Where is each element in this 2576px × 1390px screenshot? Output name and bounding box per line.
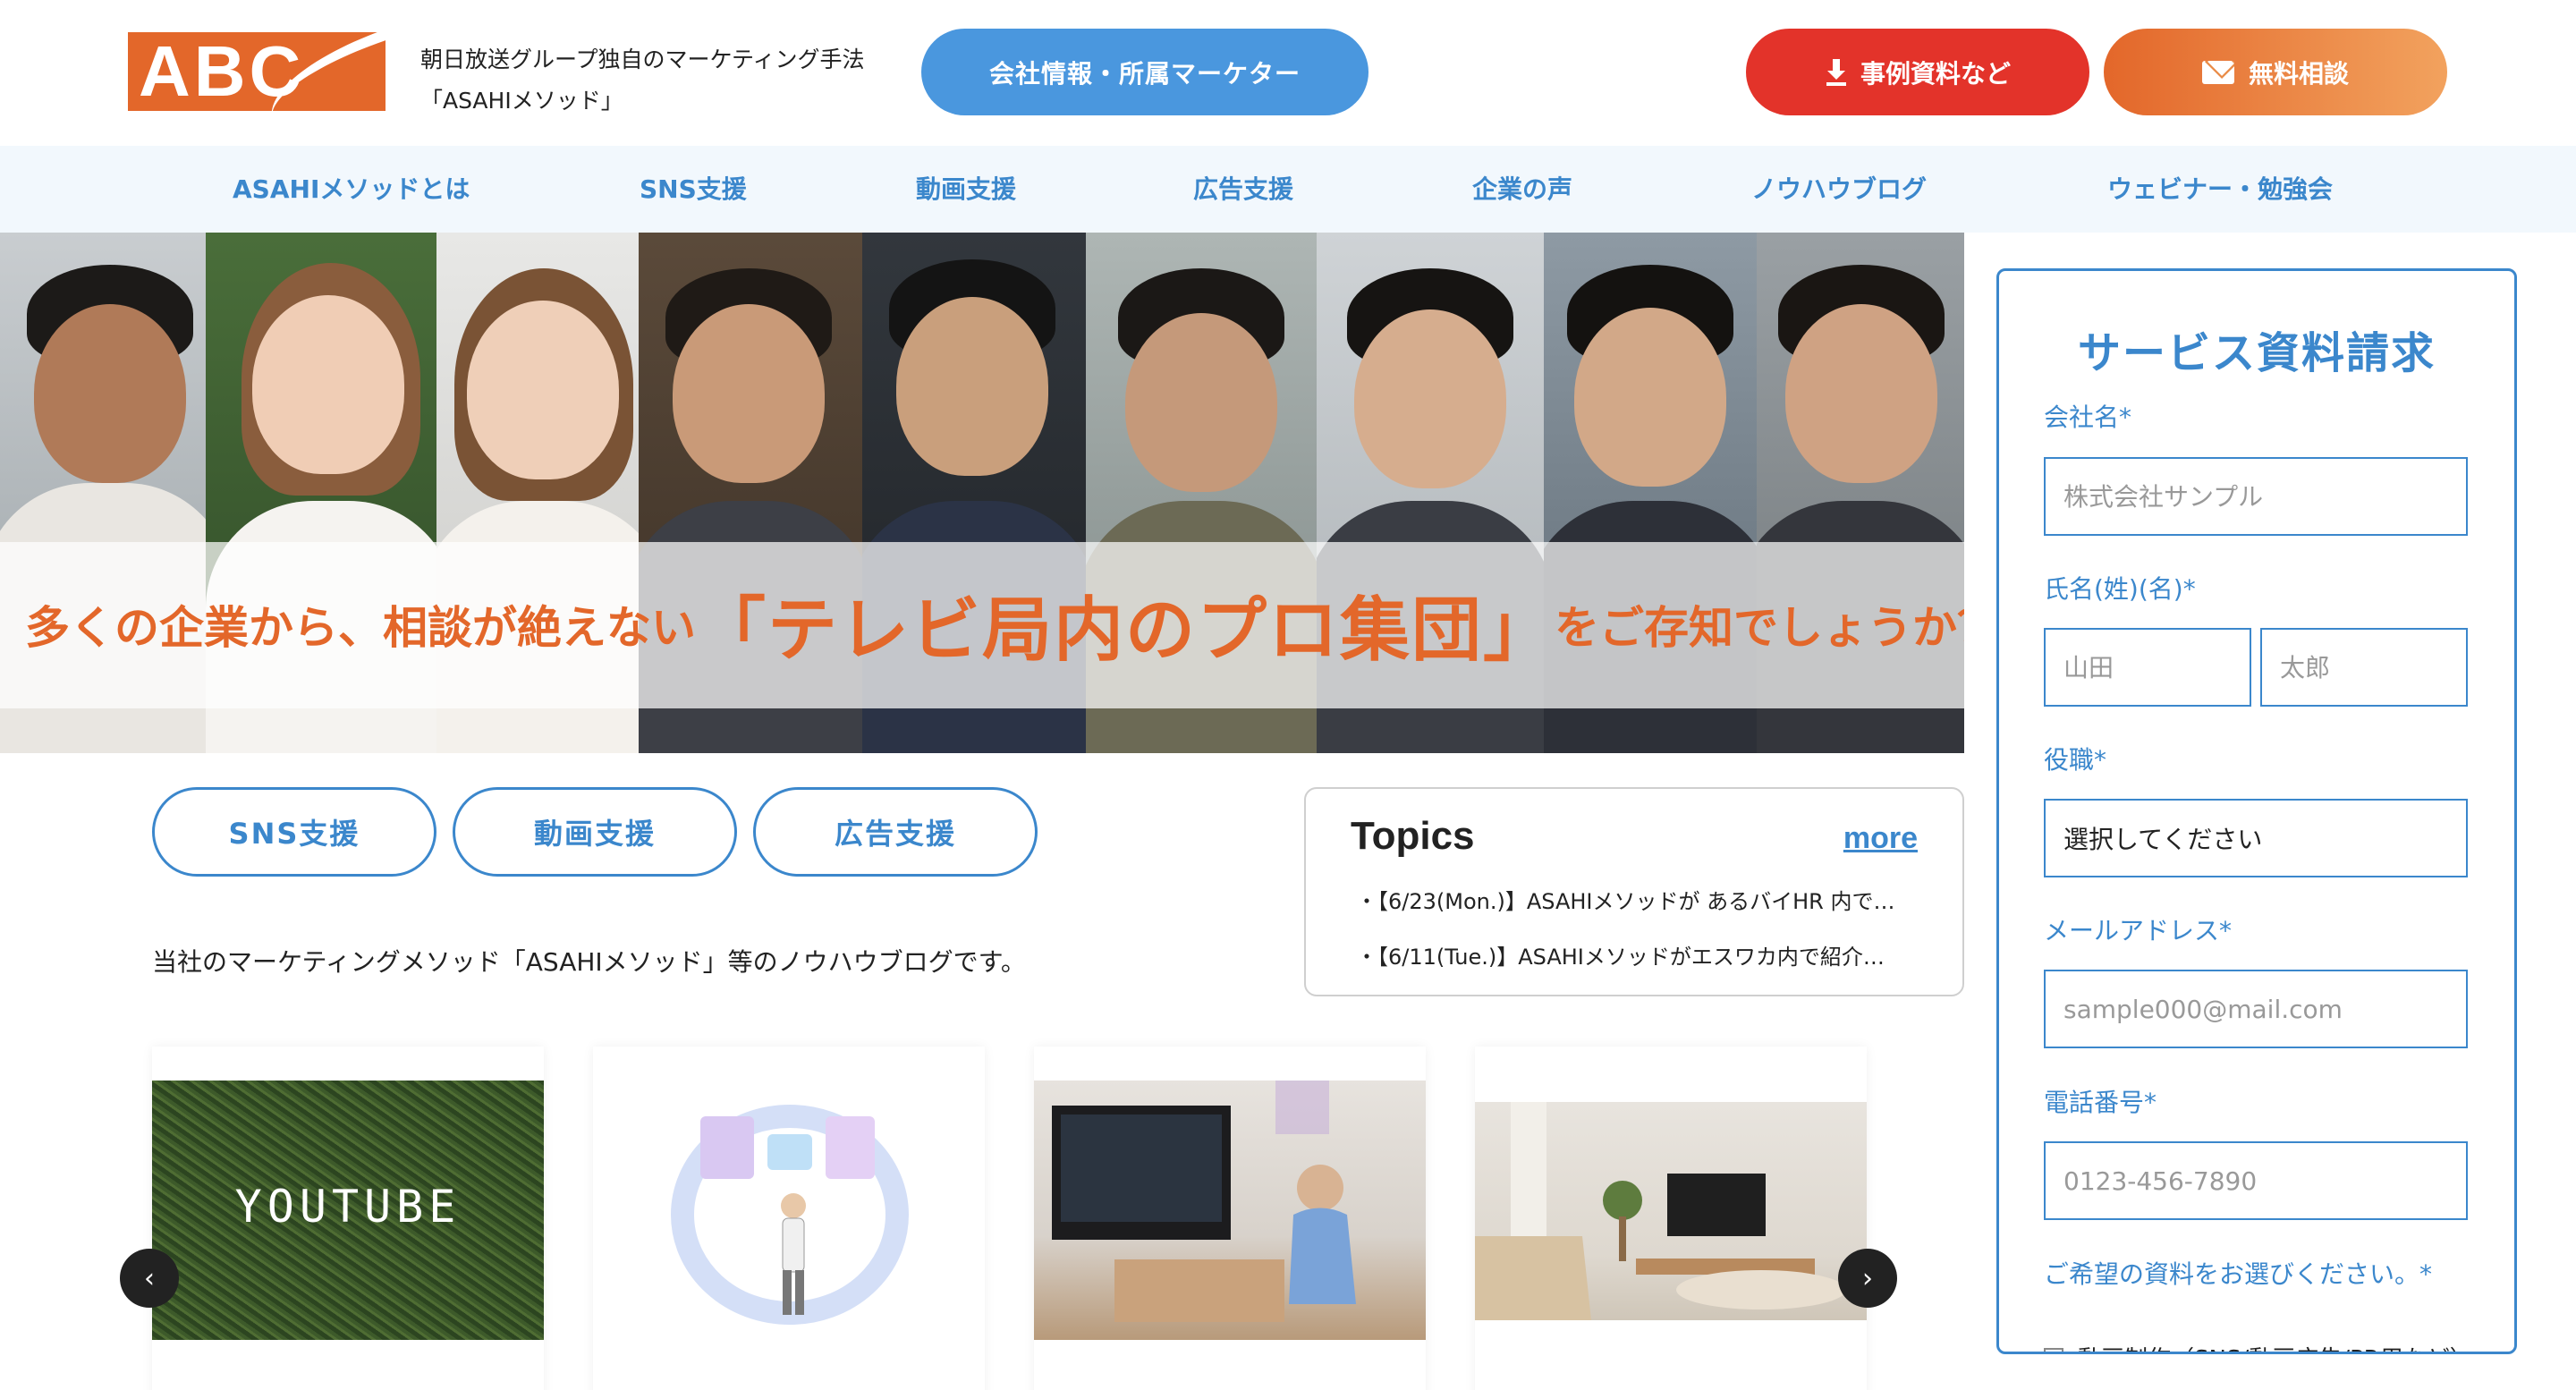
email-input[interactable] — [2044, 970, 2468, 1048]
topics-more-link[interactable]: more — [1843, 821, 1918, 856]
living-room-photo — [1475, 1102, 1846, 1320]
hero-text-emphasis: 「テレビ局内のプロ集団」 — [696, 590, 1555, 671]
nav-item-webinar[interactable]: ウェビナー・勉強会 — [2107, 146, 2333, 233]
carousel-prev-button[interactable]: ‹ — [120, 1249, 179, 1308]
materials-option-label: 動画制作（SNS/動画広告/PR用など） — [2078, 1341, 2473, 1352]
materials-checkbox[interactable] — [2044, 1348, 2063, 1352]
nav-item-asahi-method[interactable]: ASAHIメソッドとは — [233, 146, 470, 233]
position-label: 役職* — [2044, 745, 2107, 775]
nav-item-video[interactable]: 動画支援 — [916, 146, 1016, 233]
sns-support-button[interactable]: SNS支援 — [152, 787, 436, 877]
phone-label: 電話番号* — [2044, 1088, 2157, 1117]
topics-title: Topics — [1351, 814, 1475, 858]
nav-item-voices[interactable]: 企業の声 — [1472, 146, 1572, 233]
first-name-input[interactable] — [2260, 628, 2468, 707]
name-label: 氏名(姓)(名)* — [2044, 574, 2196, 604]
topic-item[interactable]: 【6/11(Tue.)】ASAHIメソッドがエスワカ内で紹介… — [1356, 939, 1911, 970]
card-thumbnail — [1475, 1102, 1867, 1320]
form-title: サービス資料請求 — [2077, 328, 2436, 378]
blog-card[interactable] — [1475, 1047, 1867, 1390]
tagline-line1: 朝日放送グループ独自のマーケティング手法 — [420, 47, 865, 72]
mail-icon — [2201, 60, 2234, 84]
carousel-next-button[interactable]: › — [1838, 1249, 1897, 1308]
last-name-input[interactable] — [2044, 628, 2251, 707]
topic-item[interactable]: 【6/23(Mon.)】ASAHIメソッドが あるバイHR 内で… — [1356, 884, 1911, 915]
hero-text-before: 多くの企業から、相談が絶えない — [25, 602, 696, 654]
video-support-button[interactable]: 動画支援 — [453, 787, 737, 877]
tagline-line2: 「ASAHIメソッド」 — [420, 88, 623, 114]
material-request-form: サービス資料請求 会社名* 氏名(姓)(名)* 役職* 選択してください メール… — [1996, 268, 2517, 1354]
download-icon — [1825, 58, 1848, 86]
blog-card[interactable] — [593, 1047, 985, 1390]
analytics-illustration — [671, 1105, 909, 1325]
main-nav: ASAHIメソッドとは SNS支援 動画支援 広告支援 企業の声 ノウハウブログ… — [0, 146, 2576, 233]
email-label: メールアドレス* — [2044, 916, 2233, 945]
phone-input[interactable] — [2044, 1141, 2468, 1220]
site-logo[interactable]: ABC — [128, 32, 386, 111]
blog-card[interactable] — [1034, 1047, 1426, 1390]
card-thumbnail — [593, 1081, 985, 1340]
blog-card[interactable]: YOUTUBE — [152, 1047, 544, 1390]
tv-room-photo — [1052, 1081, 1356, 1322]
youtube-image-text: YOUTUBE — [234, 1181, 462, 1233]
company-info-button[interactable]: 会社情報・所属マーケター — [921, 29, 1368, 115]
free-consult-label: 無料相談 — [2248, 58, 2349, 89]
hero-banner: 多くの企業から、相談が絶えない「テレビ局内のプロ集団」をご存知でしょうか？ — [0, 233, 1964, 753]
materials-label: ご希望の資料をお選びください。* — [2044, 1259, 2433, 1289]
hero-text-after: をご存知でしょうか？ — [1555, 602, 1964, 654]
topics-box: Topics more 【6/23(Mon.)】ASAHIメソッドが あるバイH… — [1304, 787, 1964, 996]
blog-description: 当社のマーケティングメソッド「ASAHIメソッド」等のノウハウブログです。 — [152, 947, 1026, 977]
company-label: 会社名* — [2044, 403, 2132, 432]
hero-headline: 多くの企業から、相談が絶えない「テレビ局内のプロ集団」をご存知でしょうか？ — [25, 574, 1964, 674]
free-consult-button[interactable]: 無料相談 — [2104, 29, 2447, 115]
case-materials-label: 事例資料など — [1860, 58, 2011, 89]
nav-item-blog[interactable]: ノウハウブログ — [1751, 146, 1927, 233]
nav-item-sns[interactable]: SNS支援 — [640, 146, 747, 233]
nav-item-ads[interactable]: 広告支援 — [1193, 146, 1293, 233]
company-input[interactable] — [2044, 457, 2468, 536]
header-tagline: 朝日放送グループ独自のマーケティング手法 「ASAHIメソッド」 — [420, 39, 865, 122]
card-thumbnail: YOUTUBE — [152, 1081, 544, 1340]
case-materials-button[interactable]: 事例資料など — [1746, 29, 2089, 115]
position-select[interactable]: 選択してください — [2044, 799, 2468, 877]
site-header: ABC 朝日放送グループ独自のマーケティング手法 「ASAHIメソッド」 会社情… — [0, 0, 2576, 146]
card-thumbnail — [1034, 1081, 1426, 1340]
ads-support-button[interactable]: 広告支援 — [753, 787, 1038, 877]
